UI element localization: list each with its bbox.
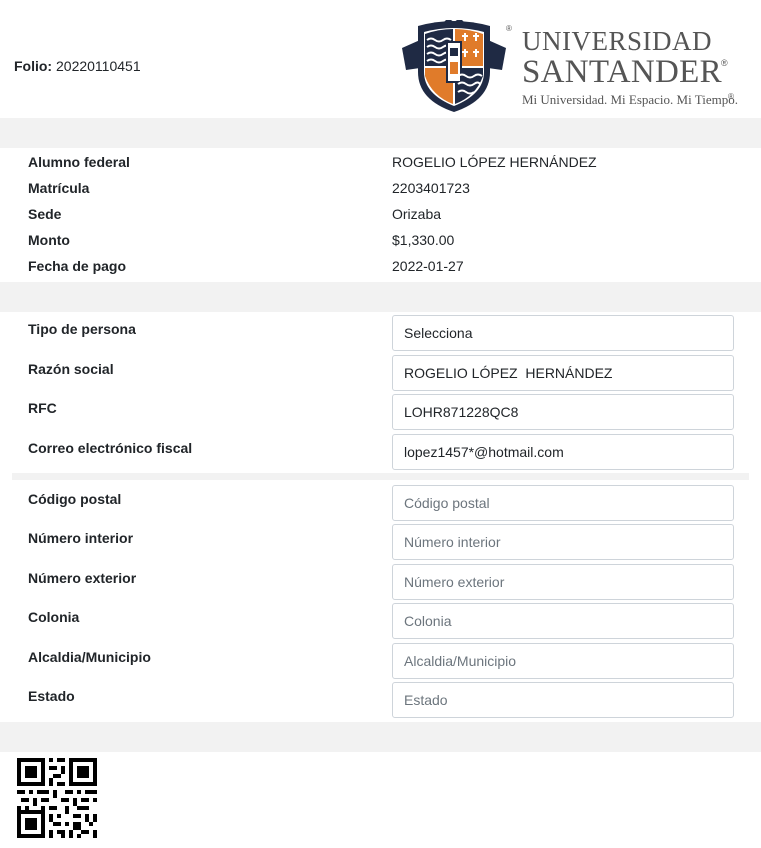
logo-line2: SANTANDER: [522, 54, 722, 90]
registered-mark: ®: [721, 58, 728, 68]
razon-social-input[interactable]: [392, 355, 734, 391]
field-label: Estado: [28, 688, 75, 704]
form-row-estado: Estado: [0, 682, 761, 718]
field-label: RFC: [28, 400, 57, 416]
folio: Folio: 20220110451: [14, 58, 141, 74]
qr-code-icon: [17, 758, 97, 838]
field-label: Correo electrónico fiscal: [28, 440, 193, 456]
numero-interior-input[interactable]: [392, 524, 734, 560]
info-value: 2203401723: [392, 180, 470, 196]
info-row: Monto $1,330.00: [0, 227, 761, 253]
section-divider: [0, 722, 761, 752]
alcaldia-municipio-input[interactable]: [392, 643, 734, 679]
info-row: Fecha de pago 2022-01-27: [0, 253, 761, 279]
field-label: Número interior: [28, 530, 134, 546]
info-value: Orizaba: [392, 206, 442, 222]
shield-crest-icon: [402, 20, 506, 112]
field-label: Código postal: [28, 491, 122, 507]
info-label: Sede: [28, 206, 62, 222]
codigo-postal-input[interactable]: [392, 485, 734, 521]
tipo-persona-select[interactable]: [392, 315, 734, 351]
header: Folio: 20220110451 ® UNIVERSIDAD SANTAND…: [0, 0, 761, 118]
form-row-alcaldia: Alcaldia/Municipio: [0, 643, 761, 679]
registered-mark: ®: [728, 92, 734, 101]
info-value: ROGELIO LÓPEZ HERNÁNDEZ: [392, 154, 597, 170]
field-label: Razón social: [28, 361, 114, 377]
correo-fiscal-input[interactable]: [392, 434, 734, 470]
folio-value: 20220110451: [56, 58, 141, 74]
form-row-numero-interior: Número interior: [0, 524, 761, 560]
form-row-tipo-persona: Tipo de persona: [0, 315, 761, 351]
section-divider: [0, 282, 761, 312]
rfc-input[interactable]: [392, 394, 734, 430]
numero-exterior-input[interactable]: [392, 564, 734, 600]
logo-line1: UNIVERSIDAD: [522, 26, 712, 56]
form-row-numero-exterior: Número exterior: [0, 564, 761, 600]
field-label: Tipo de persona: [28, 321, 136, 337]
info-row: Alumno federal ROGELIO LÓPEZ HERNÁNDEZ: [0, 149, 761, 175]
form-row-codigo-postal: Código postal: [0, 485, 761, 521]
info-value: 2022-01-27: [392, 258, 464, 274]
info-label: Monto: [28, 232, 70, 248]
logo-tagline: Mi Universidad. Mi Espacio. Mi Tiempo.: [522, 92, 738, 107]
colonia-input[interactable]: [392, 603, 734, 639]
form-row-correo: Correo electrónico fiscal: [0, 434, 761, 470]
registered-mark: ®: [506, 24, 512, 33]
info-row: Sede Orizaba: [0, 201, 761, 227]
form-row-colonia: Colonia: [0, 603, 761, 639]
field-label: Número exterior: [28, 570, 137, 586]
info-row: Matrícula 2203401723: [0, 175, 761, 201]
field-label: Alcaldia/Municipio: [28, 649, 151, 665]
form-row-rfc: RFC: [0, 394, 761, 430]
info-value: $1,330.00: [392, 232, 455, 248]
estado-input[interactable]: [392, 682, 734, 718]
info-label: Matrícula: [28, 180, 90, 196]
section-divider: [12, 473, 749, 480]
folio-label: Folio:: [14, 58, 53, 74]
info-label: Fecha de pago: [28, 258, 127, 274]
info-label: Alumno federal: [28, 154, 130, 170]
section-divider: [0, 118, 761, 148]
field-label: Colonia: [28, 609, 80, 625]
form-row-razon-social: Razón social: [0, 355, 761, 391]
university-logo: ® UNIVERSIDAD SANTANDER ® Mi Universidad…: [398, 20, 743, 115]
